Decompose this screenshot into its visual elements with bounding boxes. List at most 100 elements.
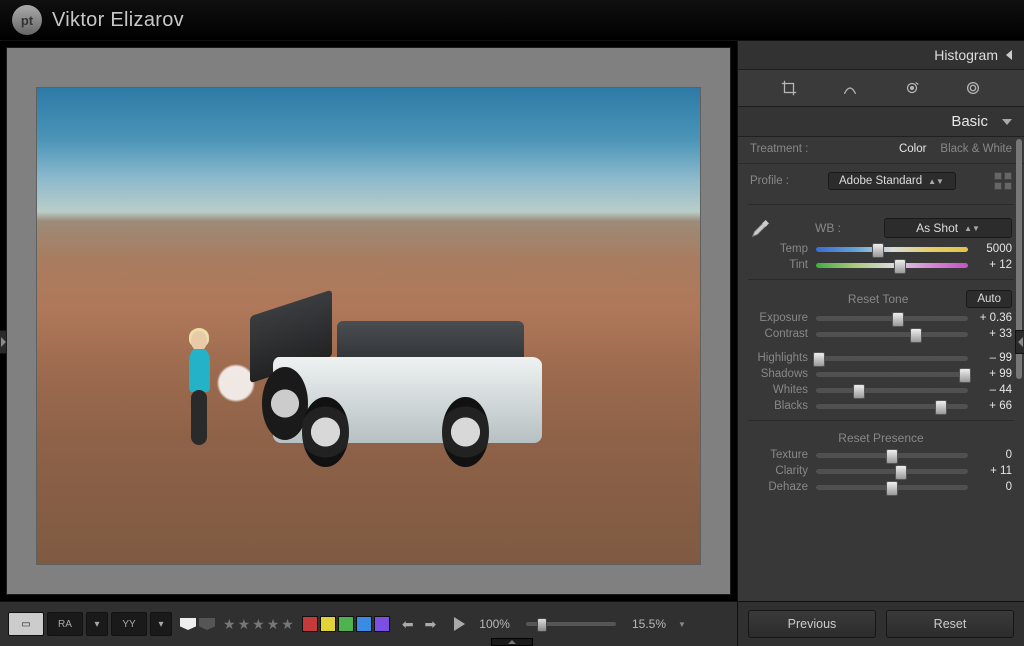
blacks-slider[interactable] [816,404,968,409]
star-2[interactable]: ★ [238,616,251,633]
zoom-slider[interactable] [526,622,616,626]
swatch-purple[interactable] [374,616,390,632]
collapse-icon [1006,50,1012,60]
next-photo-arrow[interactable]: ➡ [421,616,441,633]
star-1[interactable]: ★ [223,616,236,633]
view-ra-button[interactable]: RA [47,612,83,636]
dehaze-label: Dehaze [750,481,808,493]
whites-slider-row: Whites – 44 [738,382,1024,398]
photo-preview [37,88,700,564]
swatch-yellow[interactable] [320,616,336,632]
thumbnail-size-label: 15.5% [632,617,666,631]
previous-button[interactable]: Previous [748,610,876,638]
redeye-icon[interactable] [902,78,922,98]
swatch-red[interactable] [302,616,318,632]
crop-icon[interactable] [779,78,799,98]
app-root: pt Viktor Elizarov [0,0,1024,646]
highlights-slider[interactable] [816,356,968,361]
whites-slider[interactable] [816,388,968,393]
highlights-label: Highlights [750,352,808,364]
treatment-label: Treatment : [750,143,808,155]
profile-browser-icon[interactable] [994,172,1012,190]
zoom-100-label[interactable]: 100% [479,617,510,631]
view-yy-menu[interactable]: ▾ [150,612,172,636]
swatch-green[interactable] [338,616,354,632]
wb-eyedropper-icon[interactable] [750,217,772,239]
temp-slider-row: Temp 5000 [738,241,1024,257]
chevron-down-icon [1002,119,1012,125]
temp-slider[interactable] [816,247,968,252]
view-ra-menu[interactable]: ▾ [86,612,108,636]
treatment-bw[interactable]: Black & White [940,143,1012,155]
tone-header-row: Reset Tone Auto [738,286,1024,310]
whites-value[interactable]: – 44 [976,384,1012,396]
toolbar-menu-icon[interactable]: ▼ [674,616,690,633]
reset-presence-label[interactable]: Reset Presence [750,431,1012,445]
tint-value[interactable]: + 12 [976,259,1012,271]
dehaze-slider[interactable] [816,485,968,490]
treatment-color[interactable]: Color [899,143,926,155]
histogram-header[interactable]: Histogram [738,41,1024,70]
updown-icon: ▲▼ [928,177,944,186]
star-5[interactable]: ★ [281,616,294,633]
exposure-slider-row: Exposure + 0.36 [738,310,1024,326]
temp-value[interactable]: 5000 [976,243,1012,255]
radial-filter-icon[interactable] [963,78,983,98]
exposure-value[interactable]: + 0.36 [976,312,1012,324]
tint-slider[interactable] [816,263,968,268]
blacks-label: Blacks [750,400,808,412]
contrast-slider-row: Contrast + 33 [738,326,1024,342]
basic-panel-body: Treatment : Color Black & White Profile … [738,137,1024,601]
local-tools-strip [738,70,1024,107]
basic-label: Basic [951,113,988,130]
view-yy-button[interactable]: YY [111,612,147,636]
basic-panel-header[interactable]: Basic [738,107,1024,137]
stage: ▭ RA ▾ YY ▾ ★ ★ ★ ★ ★ [0,41,737,646]
texture-slider[interactable] [816,453,968,458]
profile-value: Adobe Standard [839,175,922,187]
dehaze-value[interactable]: 0 [976,481,1012,493]
reset-tone-label[interactable]: Reset Tone [790,292,966,306]
exposure-slider[interactable] [816,316,968,321]
slideshow-play-icon[interactable] [454,617,465,631]
whites-label: Whites [750,384,808,396]
contrast-slider[interactable] [816,332,968,337]
star-3[interactable]: ★ [252,616,265,633]
texture-label: Texture [750,449,808,461]
clarity-slider[interactable] [816,469,968,474]
view-loupe-button[interactable]: ▭ [8,612,44,636]
wb-select[interactable]: As Shot ▲▼ [884,218,1012,238]
texture-value[interactable]: 0 [976,449,1012,461]
highlights-value[interactable]: – 99 [976,352,1012,364]
wb-value: As Shot [916,221,958,235]
tint-slider-row: Tint + 12 [738,257,1024,273]
brand-logo: pt [12,5,42,35]
clarity-slider-row: Clarity + 11 [738,463,1024,479]
texture-slider-row: Texture 0 [738,447,1024,463]
highlights-slider-row: Highlights – 99 [738,350,1024,366]
photo-vehicle [256,312,548,464]
shadows-slider-row: Shadows + 99 [738,366,1024,382]
tint-label: Tint [750,259,808,271]
blacks-value[interactable]: + 66 [976,400,1012,412]
clarity-value[interactable]: + 11 [976,465,1012,477]
contrast-value[interactable]: + 33 [976,328,1012,340]
profile-select[interactable]: Adobe Standard ▲▼ [828,172,956,190]
photo-person [186,331,213,445]
dehaze-slider-row: Dehaze 0 [738,479,1024,495]
shadows-slider[interactable] [816,372,968,377]
canvas-area[interactable] [6,47,731,595]
reset-button[interactable]: Reset [886,610,1014,638]
auto-tone-button[interactable]: Auto [966,290,1012,308]
swatch-blue[interactable] [356,616,372,632]
updown-icon: ▲▼ [964,224,980,233]
star-4[interactable]: ★ [267,616,280,633]
main-body: ▭ RA ▾ YY ▾ ★ ★ ★ ★ ★ [0,40,1024,646]
flag-reject[interactable] [199,618,215,630]
shadows-value[interactable]: + 99 [976,368,1012,380]
prev-photo-arrow[interactable]: ⬅ [398,616,418,633]
flag-pick[interactable] [180,618,196,630]
right-panel-toggle[interactable] [1015,330,1024,354]
heal-brush-icon[interactable] [840,78,860,98]
filmstrip-toggle[interactable] [491,638,533,646]
